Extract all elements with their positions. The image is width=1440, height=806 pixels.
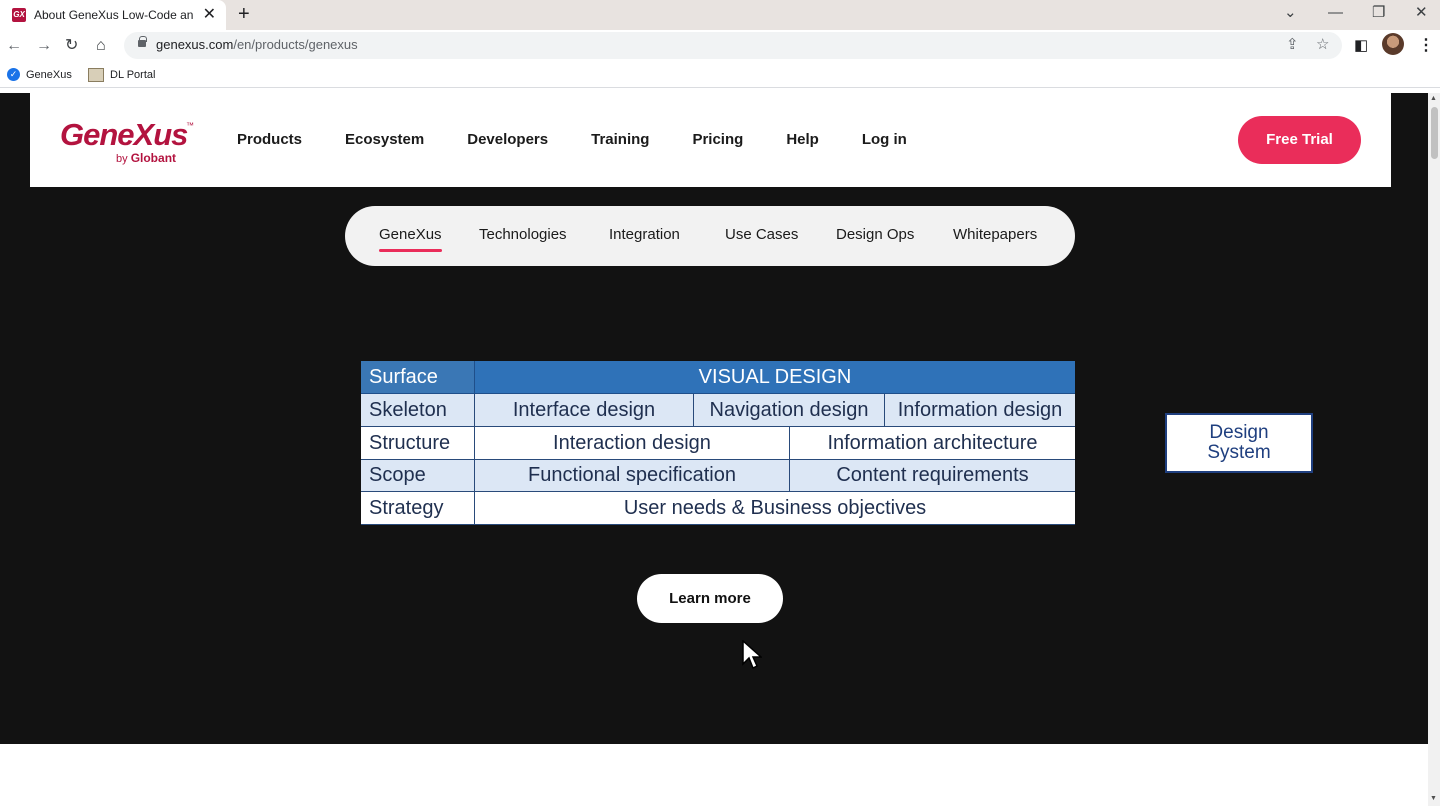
browser-tab[interactable]: GX About GeneXus Low-Code and M ✕ bbox=[0, 0, 226, 30]
diagram-cell: User needs & Business objectives bbox=[475, 492, 1075, 525]
new-tab-icon[interactable]: + bbox=[238, 2, 250, 26]
reload-icon[interactable]: ↻ bbox=[65, 35, 78, 57]
check-circle-icon: ✓ bbox=[7, 68, 20, 81]
nav-training[interactable]: Training bbox=[591, 131, 649, 148]
mouse-pointer-icon bbox=[742, 640, 762, 670]
bookmark-label: GeneXus bbox=[26, 68, 72, 81]
subnav-use-cases[interactable]: Use Cases bbox=[725, 226, 798, 243]
diagram-row-surface: Surface VISUAL DESIGN bbox=[361, 361, 1075, 394]
free-trial-button[interactable]: Free Trial bbox=[1238, 116, 1361, 164]
subnav-whitepapers[interactable]: Whitepapers bbox=[953, 226, 1037, 243]
design-system-line2: System bbox=[1207, 442, 1271, 463]
nav-ecosystem[interactable]: Ecosystem bbox=[345, 131, 424, 148]
nav-developers[interactable]: Developers bbox=[467, 131, 548, 148]
diagram-row-label: Strategy bbox=[361, 492, 475, 525]
diagram-cell: Information design bbox=[885, 394, 1075, 427]
genexus-logo[interactable]: GeneXus ™ by Globant bbox=[60, 117, 194, 166]
diagram-cell: Navigation design bbox=[694, 394, 885, 427]
nav-pricing[interactable]: Pricing bbox=[692, 131, 743, 148]
close-window-icon[interactable]: ✕ bbox=[1415, 3, 1428, 23]
page-scrollbar[interactable]: ▲ ▼ bbox=[1428, 93, 1440, 806]
share-icon[interactable]: ⇪ bbox=[1286, 35, 1299, 53]
diagram-row-scope: Scope Functional specification Content r… bbox=[361, 460, 1075, 492]
subnav-technologies[interactable]: Technologies bbox=[479, 226, 567, 243]
tab-title: About GeneXus Low-Code and M bbox=[34, 8, 194, 22]
bookmark-genexus[interactable]: ✓ GeneXus bbox=[7, 68, 72, 81]
diagram-cell: Information architecture bbox=[790, 427, 1075, 460]
subnav-design-ops[interactable]: Design Ops bbox=[836, 226, 914, 243]
logo-byline: by Globant bbox=[116, 151, 177, 165]
profile-avatar[interactable] bbox=[1382, 33, 1404, 55]
page-viewport: GeneXus ™ by Globant Products Ecosystem … bbox=[0, 93, 1428, 806]
site-header: GeneXus ™ by Globant Products Ecosystem … bbox=[30, 93, 1391, 187]
lock-icon bbox=[138, 36, 147, 47]
address-bar[interactable]: genexus.com/en/products/genexus ⇪ ☆ bbox=[124, 32, 1342, 59]
main-nav: Products Ecosystem Developers Training P… bbox=[237, 131, 950, 148]
back-icon[interactable]: ← bbox=[6, 35, 22, 57]
tab-search-chevron-icon[interactable]: ⌄ bbox=[1284, 3, 1297, 23]
diagram-cell: VISUAL DESIGN bbox=[475, 361, 1075, 394]
design-system-line1: Design bbox=[1209, 422, 1269, 443]
browser-toolbar: ← → ↻ ⌂ genexus.com/en/products/genexus … bbox=[0, 30, 1440, 62]
logo-trademark: ™ bbox=[186, 121, 194, 130]
logo-wordmark: GeneXus bbox=[60, 117, 188, 152]
home-icon[interactable]: ⌂ bbox=[96, 35, 106, 57]
portal-image-icon bbox=[88, 68, 104, 82]
diagram-cell: Interaction design bbox=[475, 427, 790, 460]
minimize-icon[interactable]: — bbox=[1328, 3, 1343, 23]
diagram-row-label: Structure bbox=[361, 427, 475, 460]
nav-products[interactable]: Products bbox=[237, 131, 302, 148]
scroll-thumb[interactable] bbox=[1431, 107, 1438, 159]
forward-icon[interactable]: → bbox=[36, 35, 52, 57]
bookmark-label: DL Portal bbox=[110, 69, 156, 81]
close-tab-icon[interactable]: ✕ bbox=[203, 6, 216, 24]
subnav-genexus[interactable]: GeneXus bbox=[379, 226, 442, 252]
browser-tabstrip: GX About GeneXus Low-Code and M ✕ + ⌄ — … bbox=[0, 0, 1440, 30]
hero-section: GeneXus ™ by Globant Products Ecosystem … bbox=[0, 93, 1428, 744]
diagram-cell: Functional specification bbox=[475, 460, 790, 492]
subnav-integration[interactable]: Integration bbox=[609, 226, 680, 243]
diagram-row-label: Scope bbox=[361, 460, 475, 492]
side-panel-icon[interactable]: ◧ bbox=[1354, 35, 1368, 57]
diagram-row-structure: Structure Interaction design Information… bbox=[361, 427, 1075, 460]
diagram-cell: Interface design bbox=[475, 394, 694, 427]
url-text: genexus.com/en/products/genexus bbox=[156, 37, 358, 52]
bookmark-star-icon[interactable]: ☆ bbox=[1316, 35, 1329, 53]
diagram-row-label: Surface bbox=[361, 361, 475, 394]
design-system-box: Design System bbox=[1165, 413, 1313, 473]
scroll-up-icon[interactable]: ▲ bbox=[1430, 95, 1437, 102]
product-subnav: GeneXus Technologies Integration Use Cas… bbox=[345, 206, 1075, 266]
genexus-favicon-icon: GX bbox=[12, 8, 26, 22]
diagram-row-skeleton: Skeleton Interface design Navigation des… bbox=[361, 394, 1075, 427]
diagram-row-strategy: Strategy User needs & Business objective… bbox=[361, 492, 1075, 525]
bookmarks-bar: ✓ GeneXus DL Portal bbox=[0, 62, 1440, 88]
learn-more-button[interactable]: Learn more bbox=[637, 574, 783, 623]
scroll-down-icon[interactable]: ▼ bbox=[1430, 795, 1437, 802]
ux-planes-diagram: Surface VISUAL DESIGN Skeleton Interface… bbox=[361, 361, 1075, 525]
restore-icon[interactable]: ❐ bbox=[1372, 3, 1385, 23]
diagram-cell: Content requirements bbox=[790, 460, 1075, 492]
diagram-row-label: Skeleton bbox=[361, 394, 475, 427]
bookmark-dl-portal[interactable]: DL Portal bbox=[88, 68, 155, 82]
nav-log-in[interactable]: Log in bbox=[862, 131, 907, 148]
nav-help[interactable]: Help bbox=[786, 131, 819, 148]
menu-dots-icon[interactable]: ⋮ bbox=[1418, 35, 1434, 57]
